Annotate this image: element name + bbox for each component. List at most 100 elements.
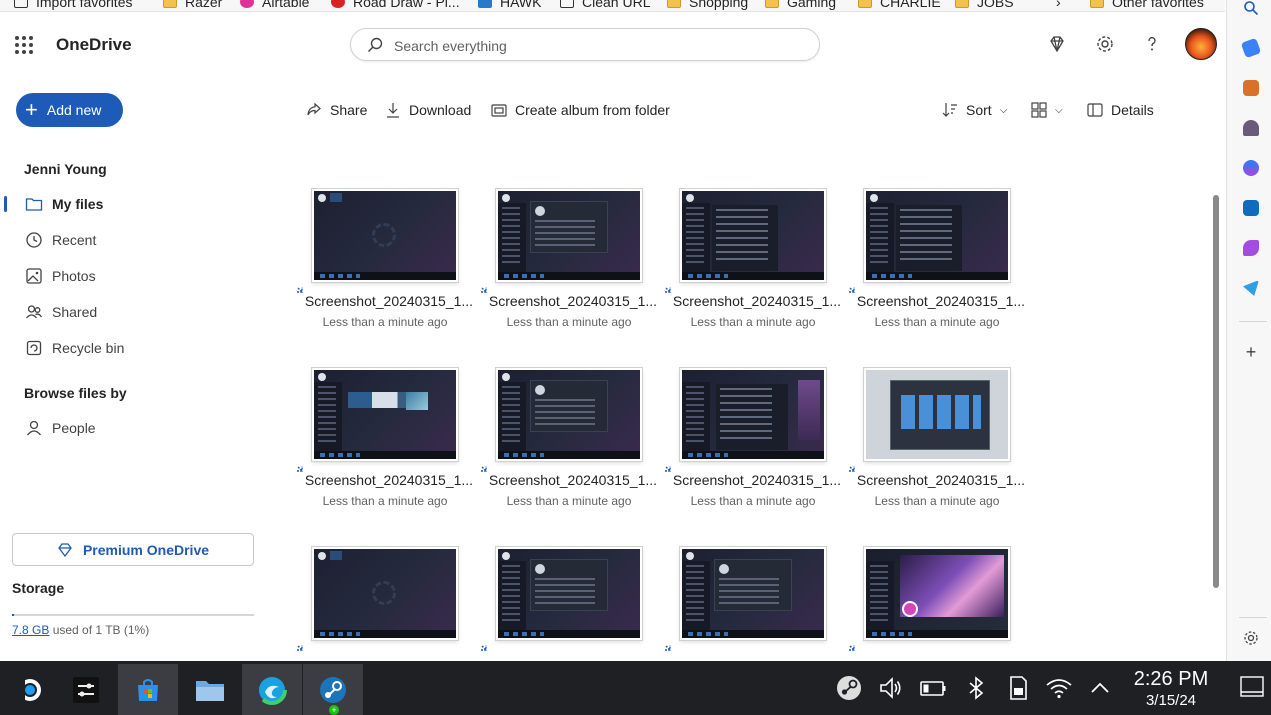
file-name[interactable]: Screenshot_20240315_1...	[672, 472, 842, 488]
file-thumbnail[interactable]	[680, 547, 826, 640]
chevron-right-icon: ›	[1056, 0, 1061, 10]
sidebar-item-people[interactable]: People	[0, 410, 280, 446]
file-name[interactable]: Screenshot_20240315_1...	[304, 293, 474, 309]
fav-import-favorites[interactable]: Import favorites	[14, 0, 132, 10]
fav-airtable[interactable]: Airtable	[240, 0, 309, 10]
edge-icon[interactable]	[242, 664, 302, 715]
details-button[interactable]: Details	[1087, 100, 1154, 120]
download-icon	[387, 103, 399, 118]
download-button[interactable]: Download	[385, 100, 471, 120]
gear-icon[interactable]	[1095, 34, 1115, 54]
store-icon[interactable]	[118, 664, 178, 715]
file-tile[interactable]: Screenshot_20240315_1... Less than a minu…	[297, 189, 488, 349]
file-thumbnail[interactable]	[864, 368, 1010, 461]
taskbar-clock[interactable]: 2:26 PM 3/15/24	[1126, 668, 1216, 709]
add-new-button[interactable]: + Add new	[16, 93, 123, 127]
file-tile[interactable]: Screenshot_20240315_1... Less than a minu…	[665, 189, 856, 349]
designer-icon[interactable]	[1243, 240, 1259, 256]
file-tile[interactable]: Screenshot_20240315_1... Less than a minu…	[297, 368, 488, 528]
premium-onedrive-button[interactable]: Premium OneDrive	[12, 533, 254, 566]
fav-other-favorites[interactable]: Other favorites	[1090, 0, 1204, 10]
search-box[interactable]: Search everything	[350, 28, 820, 61]
app-launcher-icon[interactable]	[15, 36, 33, 54]
file-thumbnail[interactable]	[312, 368, 458, 461]
scrollbar[interactable]	[1213, 195, 1219, 588]
file-tile[interactable]: Screenshot_20240315_1... Less than a minu…	[665, 368, 856, 528]
diamond-premium-icon[interactable]	[1047, 34, 1067, 54]
search-icon[interactable]	[1243, 0, 1259, 16]
file-thumbnail[interactable]	[312, 547, 458, 640]
steam-deck-icon[interactable]	[0, 664, 60, 715]
view-options-button[interactable]: ⌵	[1031, 100, 1063, 120]
file-thumbnail[interactable]	[680, 368, 826, 461]
search-input[interactable]: Search everything	[394, 38, 507, 54]
file-explorer-icon[interactable]	[180, 664, 240, 715]
file-name[interactable]: Screenshot_20240315_1...	[856, 472, 1026, 488]
fav-clean-url[interactable]: Clean URL	[560, 0, 650, 10]
avatar[interactable]	[1185, 28, 1217, 60]
sidebar-item-recycle-bin[interactable]: Recycle bin	[0, 330, 280, 366]
file-thumbnail[interactable]	[312, 189, 458, 282]
person-icon	[26, 420, 42, 436]
send-icon[interactable]	[1243, 280, 1259, 296]
chevron-up-icon[interactable]	[1087, 675, 1113, 701]
fav-charlie[interactable]: CHARLIE	[858, 0, 941, 10]
sort-button[interactable]: Sort ⌵	[942, 100, 1007, 120]
file-tile[interactable]: Screenshot_20240315_1... Less than a minu…	[849, 368, 1040, 528]
plus-icon[interactable]: +	[1243, 343, 1259, 361]
fav-razer[interactable]: Razer	[163, 0, 222, 10]
file-thumbnail[interactable]	[864, 189, 1010, 282]
file-thumbnail[interactable]	[496, 368, 642, 461]
file-tile[interactable]: Screenshot_20240315_1... Less than a minu…	[481, 189, 672, 349]
wifi-icon[interactable]	[1046, 675, 1072, 701]
edge-sidebar: +	[1226, 0, 1271, 661]
trash-icon	[26, 340, 42, 356]
file-name[interactable]: Screenshot_20240315_1...	[672, 293, 842, 309]
file-thumbnail[interactable]	[864, 547, 1010, 640]
sidebar-item-recent[interactable]: Recent	[0, 222, 280, 258]
battery-icon[interactable]	[920, 675, 946, 701]
file-thumbnail[interactable]	[496, 547, 642, 640]
volume-icon[interactable]	[878, 675, 904, 701]
bluetooth-icon[interactable]	[963, 675, 989, 701]
storage-used-link[interactable]: 7.8 GB	[12, 623, 49, 637]
settings-sliders-icon[interactable]	[56, 664, 116, 715]
create-album-button[interactable]: Create album from folder	[491, 100, 670, 120]
app-title[interactable]: OneDrive	[56, 35, 132, 55]
fav-jobs[interactable]: JOBS	[955, 0, 1014, 10]
outlook-icon[interactable]	[1243, 200, 1259, 216]
fav-hawk[interactable]: HAWK	[478, 0, 541, 10]
steam-icon[interactable]: +	[303, 664, 363, 715]
file-tile[interactable]: Screenshot_20240315_1... Less than a minu…	[849, 189, 1040, 349]
fav-road-draw[interactable]: Road Draw - Pl...	[331, 0, 460, 10]
fav-gaming[interactable]: Gaming	[765, 0, 836, 10]
steam-tray-icon[interactable]	[836, 675, 862, 701]
file-date: Less than a minute ago	[874, 315, 1000, 329]
fav-shopping[interactable]: Shopping	[667, 0, 748, 10]
help-icon[interactable]	[1142, 34, 1162, 54]
fav-chevron[interactable]: ›	[1056, 0, 1061, 10]
storage-rest: used of 1 TB (1%)	[52, 623, 150, 637]
copilot-icon[interactable]	[1243, 160, 1259, 176]
briefcase-icon[interactable]	[1243, 80, 1259, 96]
file-name[interactable]: Screenshot_20240315_1...	[488, 293, 658, 309]
file-date: Less than a minute ago	[506, 494, 632, 508]
taskbar: +	[0, 661, 1271, 715]
sidebar-item-shared[interactable]: Shared	[0, 294, 280, 330]
file-tile[interactable]: Screenshot_20240315_1... Less than a minu…	[481, 368, 672, 528]
sd-card-icon[interactable]	[1005, 675, 1031, 701]
show-desktop-icon[interactable]	[1240, 675, 1264, 699]
file-name[interactable]: Screenshot_20240315_1...	[304, 472, 474, 488]
sidebar-item-my-files[interactable]: My files	[0, 186, 280, 222]
tag-icon[interactable]	[1240, 37, 1262, 59]
file-thumbnail[interactable]	[496, 189, 642, 282]
file-name[interactable]: Screenshot_20240315_1...	[856, 293, 1026, 309]
clock-date: 3/15/24	[1145, 692, 1197, 709]
chess-icon[interactable]	[1243, 120, 1259, 136]
file-thumbnail[interactable]	[680, 189, 826, 282]
file-name[interactable]: Screenshot_20240315_1...	[488, 472, 658, 488]
share-button[interactable]: Share	[306, 100, 367, 120]
sidebar-item-photos[interactable]: Photos	[0, 258, 280, 294]
folder-icon	[163, 0, 177, 8]
gear-icon[interactable]	[1243, 630, 1259, 646]
